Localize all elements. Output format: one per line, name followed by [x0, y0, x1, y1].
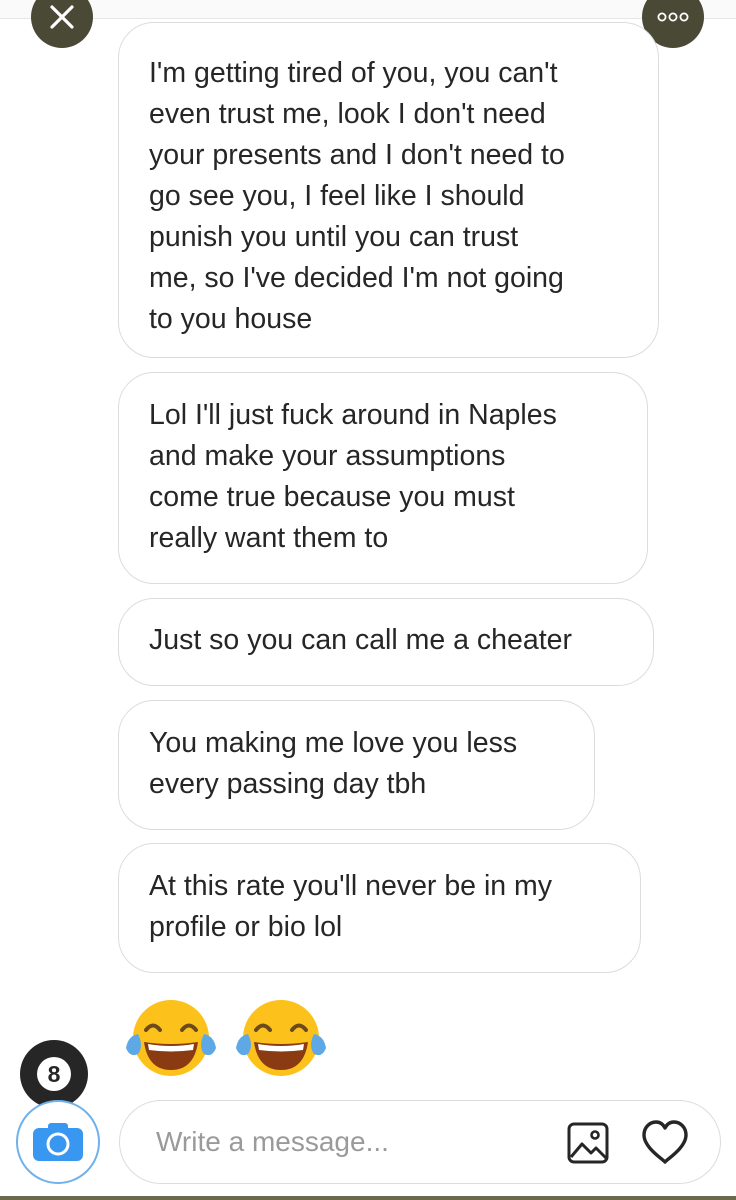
more-options-icon	[657, 12, 689, 22]
message-bubble[interactable]: I'm getting tired of you, you can't even…	[118, 22, 659, 358]
emoji-message[interactable]	[122, 996, 330, 1080]
gallery-button[interactable]	[566, 1121, 610, 1165]
face-with-tears-of-joy-icon	[236, 1000, 326, 1076]
badge-label: 8	[48, 1061, 61, 1087]
gallery-icon	[567, 1122, 609, 1164]
camera-icon	[33, 1123, 83, 1161]
message-input[interactable]	[156, 1121, 546, 1163]
eight-ball-icon: 8	[37, 1057, 71, 1091]
camera-button[interactable]	[16, 1100, 100, 1184]
message-bubble[interactable]: At this rate you'll never be in my profi…	[118, 843, 641, 973]
like-button[interactable]	[640, 1119, 690, 1167]
top-bar	[0, 0, 736, 19]
close-icon	[50, 5, 74, 29]
close-button[interactable]	[31, 0, 93, 48]
heart-icon	[642, 1120, 688, 1164]
face-with-tears-of-joy-icon	[126, 1000, 216, 1076]
message-bubble[interactable]: You making me love you less every passin…	[118, 700, 595, 830]
avatar-badge[interactable]: 8	[20, 1040, 88, 1108]
message-bubble[interactable]: Just so you can call me a cheater	[118, 598, 654, 686]
message-composer	[119, 1100, 721, 1184]
bottom-edge	[0, 1196, 736, 1200]
message-bubble[interactable]: Lol I'll just fuck around in Naples and …	[118, 372, 648, 584]
